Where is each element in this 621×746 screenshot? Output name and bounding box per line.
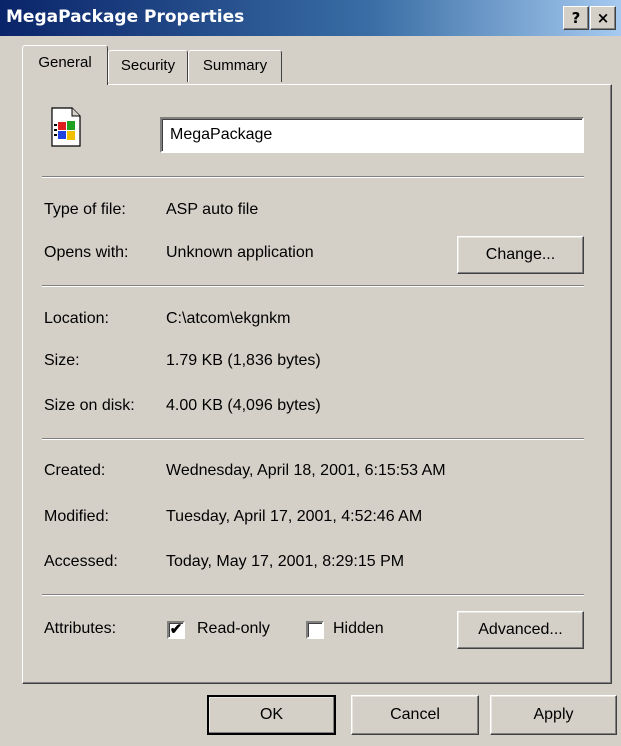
hidden-label[interactable]: Hidden [333,620,384,638]
type-value: ASP auto file [166,201,259,218]
type-label: Type of file: [44,201,126,218]
cancel-button[interactable]: Cancel [351,695,479,735]
created-label: Created: [44,462,106,479]
file-name-input[interactable] [160,117,584,153]
accessed-value: Today, May 17, 2001, 8:29:15 PM [166,553,405,570]
close-button[interactable]: × [590,6,616,30]
apply-button[interactable]: Apply [490,695,617,735]
attributes-label: Attributes: [44,620,117,637]
ok-button[interactable]: OK [207,695,336,735]
opens-with-label: Opens with: [44,244,129,261]
size-value: 1.79 KB (1,836 bytes) [166,352,321,369]
location-value: C:\atcom\ekgnkm [166,310,291,327]
tab-summary[interactable]: Summary [188,50,282,82]
accessed-label: Accessed: [44,553,118,570]
location-label: Location: [44,310,109,327]
advanced-button[interactable]: Advanced... [457,611,584,649]
tab-general[interactable]: General [22,45,108,85]
size-label: Size: [44,352,80,369]
help-button[interactable]: ? [563,6,589,30]
read-only-checkbox[interactable]: ✔ [167,621,185,639]
separator [42,176,584,178]
separator [42,594,584,596]
modified-label: Modified: [44,508,109,525]
change-button[interactable]: Change... [457,236,584,274]
separator [42,285,584,287]
modified-value: Tuesday, April 17, 2001, 4:52:46 AM [166,508,423,525]
size-on-disk-label: Size on disk: [44,397,135,414]
hidden-checkbox[interactable] [306,621,324,639]
tab-security[interactable]: Security [108,50,188,82]
window-title: MegaPackage Properties [6,7,245,27]
created-value: Wednesday, April 18, 2001, 6:15:53 AM [166,462,446,479]
size-on-disk-value: 4.00 KB (4,096 bytes) [166,397,321,414]
title-bar[interactable]: MegaPackage Properties ? × [0,0,621,36]
separator [42,438,584,440]
windows-file-icon [51,107,81,147]
opens-with-value: Unknown application [166,244,314,261]
read-only-label[interactable]: Read-only [197,620,270,638]
